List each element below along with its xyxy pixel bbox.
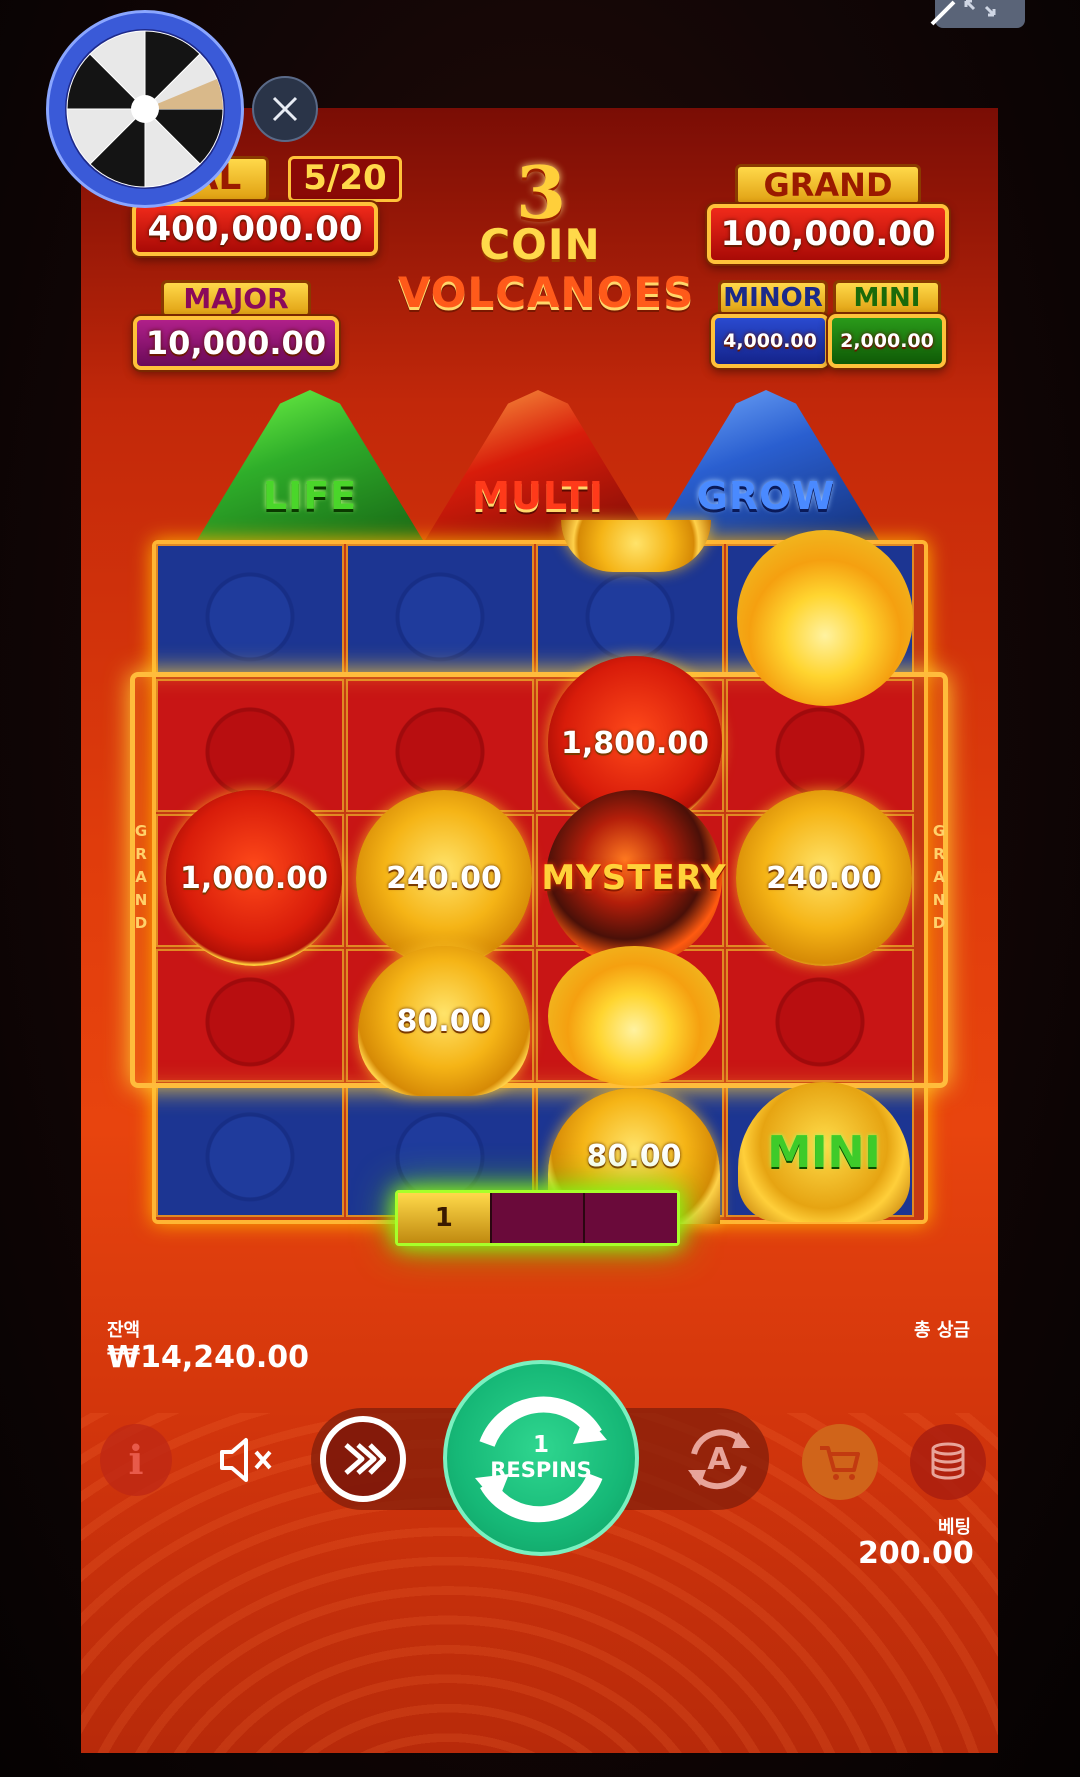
respin-progress: 1 xyxy=(395,1190,680,1246)
balance-value: ₩14,240.00 xyxy=(107,1340,310,1375)
close-widget-button[interactable] xyxy=(252,76,318,142)
minor-jackpot-value: 4,000.00 xyxy=(723,330,817,352)
progress-segment xyxy=(585,1193,678,1243)
coins-stack-icon xyxy=(931,1442,965,1480)
sound-button[interactable] xyxy=(210,1424,282,1496)
grand-jackpot-label: GRAND xyxy=(735,164,921,206)
volcano-multi-label: MULTI xyxy=(472,474,604,518)
respin-count: 1 xyxy=(532,1432,549,1458)
mute-icon xyxy=(220,1438,272,1482)
info-button[interactable]: i xyxy=(100,1424,172,1496)
progress-segment-active: 1 xyxy=(398,1193,492,1243)
bet-value: 200.00 xyxy=(858,1536,974,1571)
total-jackpot-counter: 5/20 xyxy=(288,156,402,202)
reel-cell xyxy=(156,1084,344,1217)
logo-volcanoes: VOLCANOES xyxy=(398,268,695,317)
autoplay-glyph: A xyxy=(707,1441,731,1477)
major-jackpot-label: MAJOR xyxy=(161,280,311,318)
grand-jackpot-panel: 100,000.00 xyxy=(707,204,949,264)
turbo-icon xyxy=(344,1443,386,1475)
coin-value: 240.00 xyxy=(356,790,532,966)
volcano-life-label: LIFE xyxy=(262,474,358,518)
bonus-wheel-widget[interactable] xyxy=(46,10,244,208)
close-icon xyxy=(272,96,298,122)
total-jackpot-value: 400,000.00 xyxy=(147,209,363,249)
autoplay-button[interactable]: A xyxy=(674,1414,764,1504)
wheel-icon xyxy=(65,29,225,189)
turbo-button[interactable] xyxy=(320,1416,406,1502)
reel-cell xyxy=(346,544,534,677)
bet-settings-button[interactable] xyxy=(910,1424,986,1500)
volcano-grow-label: GROW xyxy=(696,474,836,518)
major-jackpot-panel: 10,000.00 xyxy=(133,316,339,370)
coin-value: 1,000.00 xyxy=(166,790,342,966)
minor-jackpot-panel: 4,000.00 xyxy=(711,314,829,368)
grand-jackpot-value: 100,000.00 xyxy=(720,214,936,254)
shop-icon xyxy=(820,1446,860,1480)
total-jackpot-panel: 400,000.00 xyxy=(132,202,378,256)
cursor-arrow-icon xyxy=(930,0,960,26)
coin-mystery: MYSTERY xyxy=(541,790,726,966)
coin-fire xyxy=(548,946,720,1086)
shop-button[interactable] xyxy=(802,1424,878,1500)
grand-side-label-left: GRAND xyxy=(134,822,148,932)
progress-segment xyxy=(491,1193,586,1243)
total-win-label: 총 상금 xyxy=(914,1320,970,1341)
minor-jackpot-label: MINOR xyxy=(718,280,828,316)
info-icon: i xyxy=(128,1436,144,1484)
balance-label: 잔액 xyxy=(107,1320,141,1341)
mini-jackpot-panel: 2,000.00 xyxy=(828,314,946,368)
grand-side-label-right: GRAND xyxy=(932,822,946,932)
mini-jackpot-value: 2,000.00 xyxy=(840,330,934,352)
major-jackpot-value: 10,000.00 xyxy=(145,324,327,362)
respin-button[interactable]: 1 RESPINS xyxy=(443,1360,639,1556)
respin-label: RESPINS xyxy=(490,1458,592,1482)
mini-jackpot-label: MINI xyxy=(833,280,941,316)
coin-value: 240.00 xyxy=(736,790,912,966)
logo-coin: COIN xyxy=(479,220,601,269)
reel-cell xyxy=(726,949,914,1082)
reel-cell xyxy=(156,949,344,1082)
coin-fire xyxy=(737,530,913,706)
reel-cell xyxy=(156,544,344,677)
